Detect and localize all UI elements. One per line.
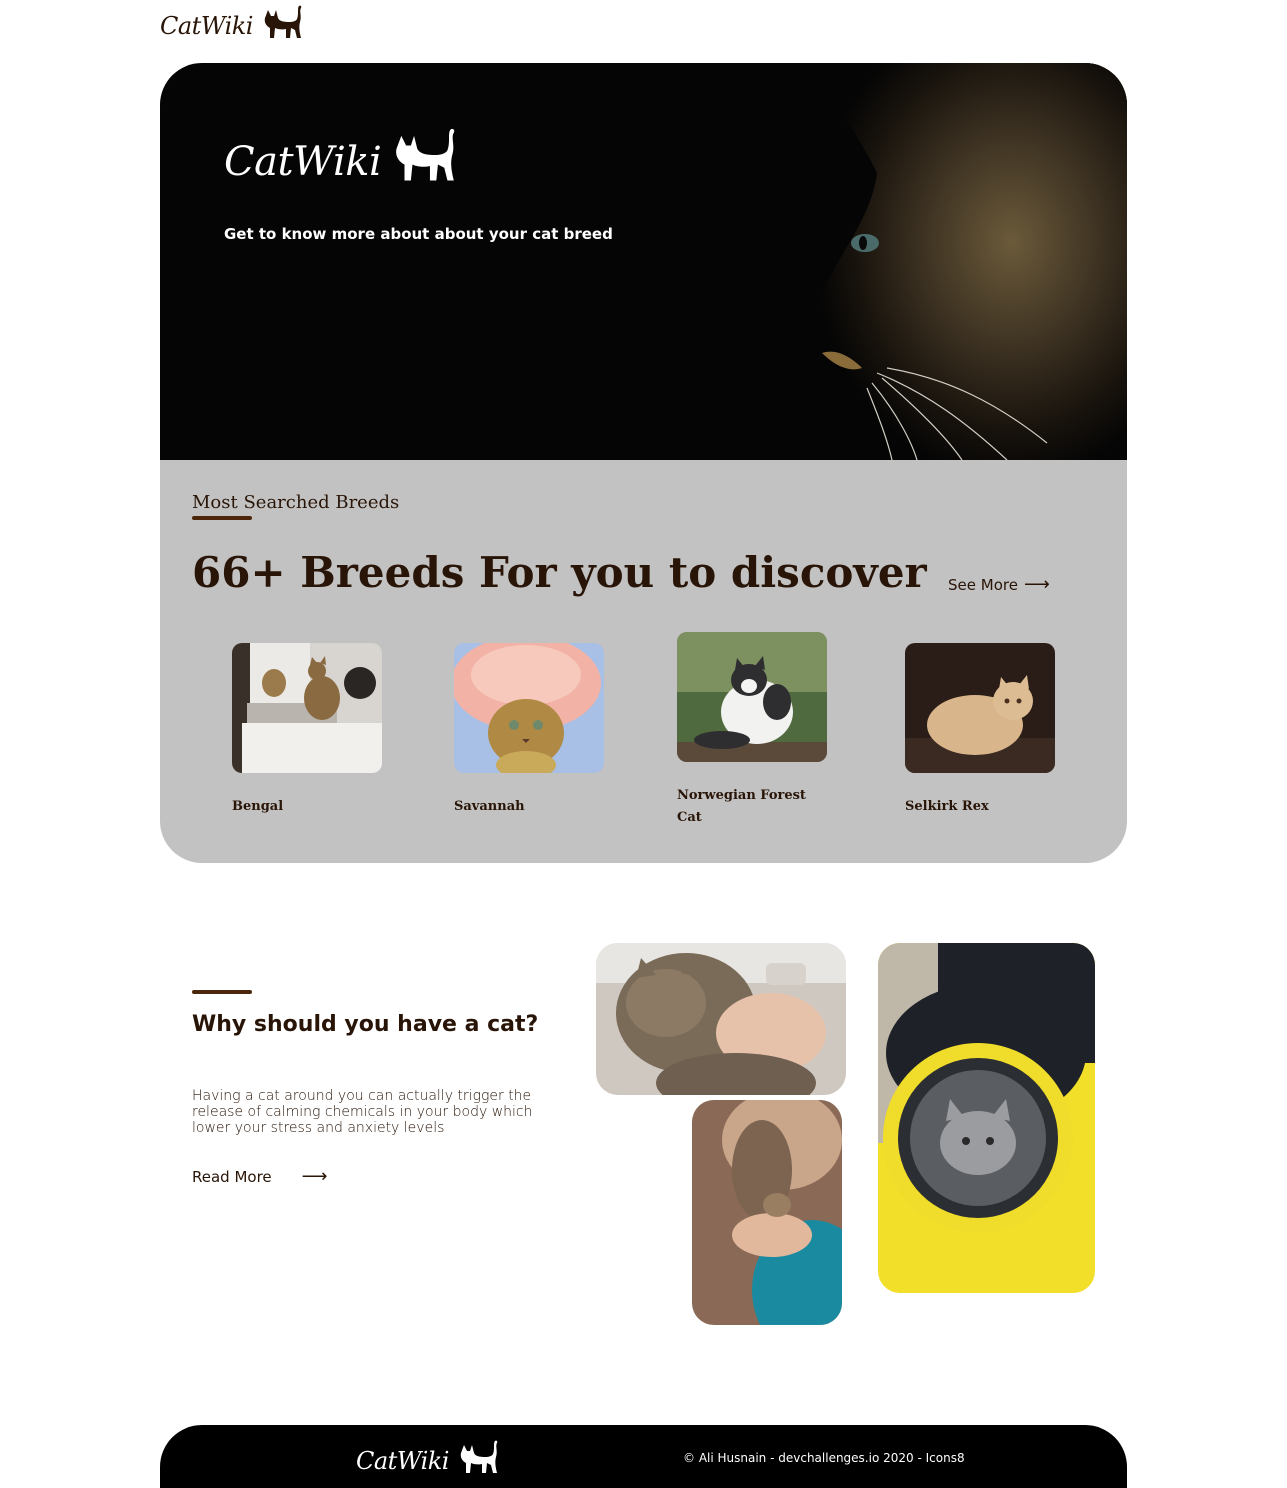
- hero-cat-photo: [607, 63, 1127, 460]
- cat-photo-tabby-hug: [596, 943, 846, 1095]
- footer-logo-text: CatWiki: [356, 1447, 449, 1475]
- breed-card-bengal[interactable]: Bengal: [232, 643, 382, 818]
- logo-text: CatWiki: [160, 12, 253, 40]
- breed-image: [454, 643, 604, 773]
- breed-name: Selkirk Rex: [905, 799, 989, 814]
- breed-name: Savannah: [454, 799, 525, 814]
- see-more-link[interactable]: See More ⟶: [948, 574, 1050, 595]
- cat-logo-icon: [460, 1440, 498, 1473]
- footer-copyright: © Ali Husnain - devchallenges.io 2020 - …: [683, 1451, 965, 1465]
- breed-card-norwegian-forest-cat[interactable]: Norwegian Forest Cat: [677, 632, 827, 829]
- breed-name: Norwegian Forest Cat: [677, 788, 806, 825]
- section-label: Most Searched Breeds: [192, 492, 400, 513]
- hero-banner: CatWiki Get to know more about about you…: [160, 63, 1127, 460]
- read-more-link[interactable]: Read More ⟶: [192, 1166, 327, 1187]
- cat-logo-icon: [264, 5, 302, 38]
- breeds-section: Most Searched Breeds 66+ Breeds For you …: [160, 460, 1127, 863]
- hero-logo: CatWiki: [224, 125, 457, 185]
- header-logo[interactable]: CatWiki: [160, 0, 303, 40]
- section-underline: [192, 516, 252, 520]
- breed-image: [905, 643, 1055, 773]
- why-underline: [192, 990, 252, 994]
- cat-photo-backpack: [878, 943, 1095, 1293]
- see-more-label: See More: [948, 575, 1018, 594]
- breed-card-savannah[interactable]: Savannah: [454, 643, 604, 818]
- hero-card: CatWiki Get to know more about about you…: [160, 63, 1127, 863]
- cat-logo-icon: [396, 128, 455, 181]
- hero-tagline: Get to know more about about your cat br…: [224, 225, 613, 243]
- read-more-label: Read More: [192, 1167, 272, 1186]
- breed-image: [232, 643, 382, 773]
- footer-logo[interactable]: CatWiki: [356, 1439, 499, 1475]
- arrow-right-icon: ⟶: [1023, 574, 1050, 595]
- hero-logo-text: CatWiki: [224, 139, 382, 185]
- breeds-heading: 66+ Breeds For you to discover: [192, 548, 927, 597]
- cat-photo-paw: [692, 1100, 842, 1325]
- breed-card-selkirk-rex[interactable]: Selkirk Rex: [905, 643, 1055, 818]
- breed-image: [677, 632, 827, 762]
- arrow-right-icon: ⟶: [301, 1166, 328, 1187]
- footer: CatWiki © Ali Husnain - devchallenges.io…: [160, 1425, 1127, 1488]
- why-title: Why should you have a cat?: [192, 1012, 539, 1037]
- why-text: Having a cat around you can actually tri…: [192, 1088, 533, 1136]
- breed-name: Bengal: [232, 799, 284, 814]
